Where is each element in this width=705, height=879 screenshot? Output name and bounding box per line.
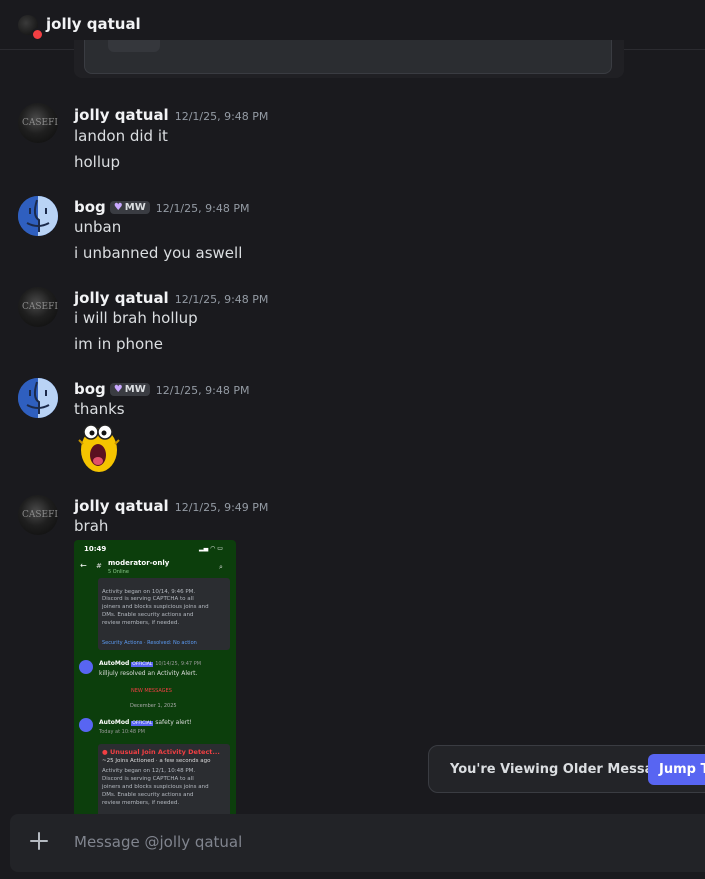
date-divider: December 1, 2025 — [130, 703, 177, 709]
message-text: landon did it — [74, 127, 168, 145]
older-messages-text: You're Viewing Older Messages — [450, 762, 680, 777]
author-name[interactable]: bog — [74, 380, 106, 398]
embed-button[interactable] — [108, 40, 160, 52]
server-tag-label: MW — [124, 384, 146, 395]
author-name[interactable]: jolly qatual — [74, 106, 169, 124]
phone-alert-title: ● Unusual Join Activity Detect... — [102, 748, 220, 756]
avatar-text: CASEFILE — [22, 302, 58, 312]
message-header: jolly qatual 12/1/25, 9:48 PM — [74, 288, 268, 308]
finder-face-icon — [18, 378, 58, 418]
timestamp[interactable]: 12/1/25, 9:48 PM — [175, 110, 269, 123]
phone-alert-card: ● Unusual Join Activity Detect... ~25 Jo… — [98, 744, 230, 820]
phone-card-line: Discord is serving CAPTCHA to all — [102, 776, 194, 782]
phone-alert-sub: ~25 Joins Actioned · a few seconds ago — [102, 758, 211, 764]
message-text: thanks — [74, 400, 125, 418]
dm-title[interactable]: jolly qatual — [46, 15, 141, 33]
phone-automod-header: AutoMod OFFICIAL safety alert! — [99, 719, 192, 726]
phone-automod-header: AutoMod OFFICIAL 10/14/25, 9:47 PM — [99, 660, 202, 667]
back-arrow-icon: ← — [80, 561, 87, 570]
older-messages-toast: You're Viewing Older Messages Jump To Pr… — [428, 745, 705, 793]
timestamp[interactable]: 12/1/25, 9:48 PM — [156, 384, 250, 397]
phone-card-line: review members, if needed. — [102, 800, 180, 806]
message-text: i unbanned you aswell — [74, 244, 243, 262]
message-text: brah — [74, 517, 109, 535]
message-header: jolly qatual 12/1/25, 9:48 PM — [74, 105, 268, 125]
phone-card-line: joiners and blocks suspicious joins and — [102, 784, 209, 790]
phone-online-count: 5 Online — [108, 569, 129, 575]
author-name[interactable]: jolly qatual — [74, 289, 169, 307]
server-tag[interactable]: ♥ MW — [109, 201, 150, 214]
user-avatar[interactable]: CASEFILE — [18, 495, 58, 535]
author-name[interactable]: bog — [74, 198, 106, 216]
server-tag-label: MW — [124, 202, 146, 213]
phone-card-line: joiners and blocks suspicious joins and — [102, 604, 209, 610]
user-avatar[interactable]: CASEFILE — [18, 103, 58, 143]
finder-face-icon — [18, 196, 58, 236]
message-input[interactable]: Message @jolly qatual — [74, 833, 242, 851]
phone-card-line: DMs. Enable security actions and — [102, 792, 194, 798]
heart-icon: ♥ — [113, 202, 123, 213]
phone-card-line: review members, if needed. — [102, 620, 180, 626]
screaming-cat-sticker[interactable] — [77, 422, 121, 474]
phone-automod-time: Today at 10:48 PM — [99, 729, 145, 735]
phone-time: 10:49 — [84, 545, 107, 553]
message-text: unban — [74, 218, 122, 236]
automod-avatar — [79, 718, 93, 732]
phone-status-icons: ▂▄ ◠ ▭ — [199, 545, 223, 552]
timestamp[interactable]: 12/1/25, 9:49 PM — [175, 501, 269, 514]
phone-activity-card: Activity began on 10/14, 9:46 PM. Discor… — [98, 578, 230, 650]
automod-avatar — [79, 660, 93, 674]
plus-icon[interactable] — [27, 829, 51, 853]
avatar-text: CASEFILE — [22, 118, 58, 128]
avatar-text: CASEFILE — [22, 510, 58, 520]
message-header: bog ♥ MW 12/1/25, 9:48 PM — [74, 197, 249, 217]
phone-channel-name: moderator-only — [108, 559, 170, 567]
dnd-status-icon — [31, 28, 44, 41]
phone-card-line: Activity began on 10/14, 9:46 PM. — [102, 589, 196, 595]
user-avatar[interactable] — [18, 378, 58, 418]
channel-hash-icon: # — [96, 562, 102, 570]
new-messages-divider: NEW MESSAGES — [131, 688, 172, 694]
phone-card-line: Discord is serving CAPTCHA to all — [102, 596, 194, 602]
author-name[interactable]: jolly qatual — [74, 497, 169, 515]
user-avatar[interactable] — [18, 196, 58, 236]
phone-search-icon: ⌕ — [219, 563, 223, 571]
message-text: im in phone — [74, 335, 163, 353]
phone-card-line: DMs. Enable security actions and — [102, 612, 194, 618]
message-text: i will brah hollup — [74, 309, 198, 327]
phone-automod-text: killjuly resolved an Activity Alert. — [99, 670, 198, 677]
timestamp[interactable]: 12/1/25, 9:48 PM — [175, 293, 269, 306]
jump-to-present-button[interactable]: Jump To Present — [648, 754, 705, 785]
message-header: bog ♥ MW 12/1/25, 9:48 PM — [74, 379, 249, 399]
user-avatar[interactable]: CASEFILE — [18, 287, 58, 327]
heart-icon: ♥ — [113, 384, 123, 395]
message-text: hollup — [74, 153, 121, 171]
image-attachment[interactable]: 10:49 ▂▄ ◠ ▭ ← # moderator-only 5 Online… — [74, 540, 236, 820]
phone-card-footer: Security Actions · Resolved: No action — [102, 640, 197, 646]
timestamp[interactable]: 12/1/25, 9:48 PM — [156, 202, 250, 215]
server-tag[interactable]: ♥ MW — [109, 383, 150, 396]
message-composer: Message @jolly qatual — [10, 814, 705, 872]
embed-card — [84, 40, 612, 74]
message-header: jolly qatual 12/1/25, 9:49 PM — [74, 496, 268, 516]
phone-card-line: Activity began on 12/1, 10:48 PM. — [102, 768, 196, 774]
